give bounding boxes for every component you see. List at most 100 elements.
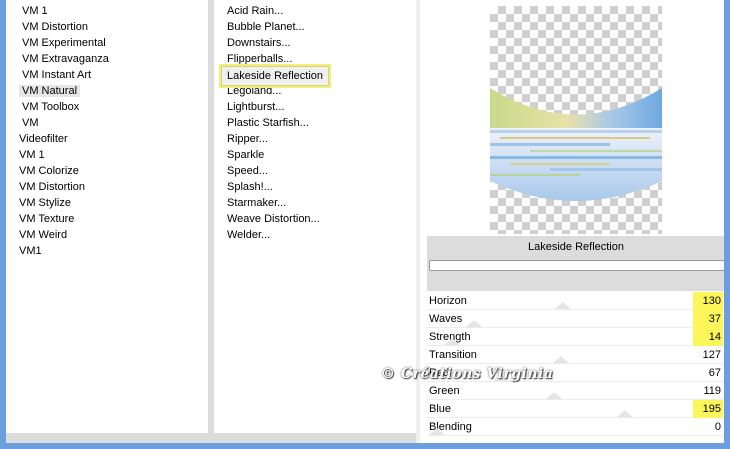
filter-item-label: Plastic Starfish... (227, 117, 309, 129)
filter-item[interactable]: Sparkle (214, 147, 416, 163)
category-item[interactable]: VM Weird (6, 227, 208, 243)
category-item-label: VM Experimental (22, 37, 106, 49)
parameter-value[interactable]: 37 (693, 310, 723, 328)
parameter-row: Waves 37 (427, 310, 724, 328)
horizontal-scrollbar[interactable] (6, 433, 416, 443)
category-item[interactable]: VM Colorize (6, 163, 208, 179)
filter-item[interactable]: Lakeside Reflection (214, 64, 416, 88)
category-item-label: VM Natural (19, 85, 81, 97)
category-item[interactable]: VM Experimental (6, 35, 208, 51)
parameter-value[interactable]: 130 (693, 292, 723, 310)
slider-thumb[interactable] (555, 302, 571, 309)
parameter-row: Horizon 130 (427, 292, 724, 310)
parameter-value[interactable]: 195 (693, 400, 723, 418)
category-item-label: VM Colorize (19, 165, 79, 177)
filter-item-label: Weave Distortion... (227, 213, 320, 225)
category-list: VM 1 VM Distortion VM Experimental VM Extra… (6, 3, 208, 259)
category-item[interactable]: VM Texture (6, 211, 208, 227)
parameter-slider[interactable] (429, 356, 693, 363)
slider-thumb[interactable] (466, 320, 482, 327)
parameter-row: Green 119 (427, 382, 724, 400)
category-item-label: VM Instant Art (22, 69, 92, 81)
parameter-value[interactable]: 127 (693, 346, 723, 364)
category-item-label: VM 1 (22, 5, 48, 17)
category-item-label: VM Weird (19, 229, 68, 241)
filter-item[interactable]: Downstairs... (214, 35, 416, 51)
parameter-row: Blending 0 (427, 418, 724, 436)
filter-item-label: Welder... (227, 229, 271, 241)
filter-title: Lakeside Reflection (527, 241, 624, 253)
filter-item[interactable]: Starmaker... (214, 195, 416, 211)
slider-thumb[interactable] (546, 392, 562, 399)
parameter-slider[interactable] (429, 338, 693, 345)
category-item[interactable]: VM Toolbox (6, 99, 208, 115)
filter-item[interactable]: Ripper... (214, 131, 416, 147)
category-item[interactable]: VM Instant Art (6, 67, 208, 83)
filter-list: Acid Rain... Bubble Planet... Downstairs..… (214, 3, 416, 243)
filter-item-label: Ripper... (227, 133, 268, 145)
filter-item-label: Lakeside Reflection (219, 64, 332, 88)
filter-item[interactable]: Acid Rain... (214, 3, 416, 19)
category-item-label: VM Distortion (19, 181, 86, 193)
slider-thumb[interactable] (493, 374, 509, 381)
category-item-label: VM Texture (19, 213, 75, 225)
category-item[interactable]: VM Distortion (6, 179, 208, 195)
filter-item[interactable]: Speed... (214, 163, 416, 179)
category-item-label: VM 1 (19, 149, 45, 161)
filter-title-bar: Lakeside Reflection (427, 236, 724, 291)
slider-thumb[interactable] (617, 410, 633, 417)
filter-item-label: Starmaker... (227, 197, 287, 209)
preview-panel: Lakeside Reflection Horizon 130 Waves 37 Str… (420, 0, 724, 443)
filter-item[interactable]: Welder... (214, 227, 416, 243)
progress-bar (429, 260, 724, 271)
parameter-row: Transition 127 (427, 346, 724, 364)
category-item[interactable]: VM1 (6, 243, 208, 259)
filter-item-label: Lightburst... (227, 101, 285, 113)
filter-item-label: Bubble Planet... (227, 21, 305, 33)
filter-item[interactable]: Weave Distortion... (214, 211, 416, 227)
parameter-row: Strength 14 (427, 328, 724, 346)
preview-image (490, 6, 662, 234)
category-item-label: VM Stylize (19, 197, 71, 209)
category-item[interactable]: VM Distortion (6, 19, 208, 35)
filter-item[interactable]: Splash!... (214, 179, 416, 195)
filter-dialog: VM 1 VM Distortion VM Experimental VM Extra… (6, 0, 724, 443)
category-item-label: Videofilter (19, 133, 68, 145)
filter-item-label: Sparkle (227, 149, 265, 161)
parameter-row: Red 67 (427, 364, 724, 382)
parameter-slider[interactable] (429, 320, 693, 327)
slider-thumb[interactable] (444, 338, 460, 345)
category-item[interactable]: VM (6, 115, 208, 131)
parameter-slider[interactable] (429, 410, 693, 417)
slider-thumb[interactable] (429, 428, 445, 435)
parameter-value[interactable]: 67 (693, 364, 723, 382)
filter-item[interactable]: Bubble Planet... (214, 19, 416, 35)
category-item[interactable]: VM Natural (6, 83, 208, 99)
parameter-slider[interactable] (429, 302, 693, 309)
filter-item[interactable]: Plastic Starfish... (214, 115, 416, 131)
category-item[interactable]: VM Extravaganza (6, 51, 208, 67)
category-item[interactable]: Videofilter (6, 131, 208, 147)
category-item-label: VM Extravaganza (22, 53, 109, 65)
parameter-slider[interactable] (429, 374, 693, 381)
slider-thumb[interactable] (553, 356, 569, 363)
category-list-panel: VM 1 VM Distortion VM Experimental VM Extra… (6, 0, 208, 433)
category-item-label: VM Toolbox (22, 101, 80, 113)
filter-list-panel: Acid Rain... Bubble Planet... Downstairs..… (214, 0, 416, 433)
filter-item-label: Speed... (227, 165, 268, 177)
parameter-slider[interactable] (429, 392, 693, 399)
parameter-value[interactable]: 119 (693, 382, 723, 400)
category-item-label: VM (22, 117, 39, 129)
category-item[interactable]: VM 1 (6, 147, 208, 163)
parameter-slider[interactable] (429, 428, 693, 435)
parameter-value[interactable]: 0 (693, 418, 723, 436)
parameter-value[interactable]: 14 (693, 328, 723, 346)
filter-item-label: Downstairs... (227, 37, 291, 49)
category-item[interactable]: VM 1 (6, 3, 208, 19)
category-item[interactable]: VM Stylize (6, 195, 208, 211)
parameter-row: Blue 195 (427, 400, 724, 418)
category-item-label: VM Distortion (22, 21, 89, 33)
filter-item-label: Splash!... (227, 181, 273, 193)
filter-item[interactable]: Lightburst... (214, 99, 416, 115)
lakeside-preview-graphic (490, 88, 662, 201)
